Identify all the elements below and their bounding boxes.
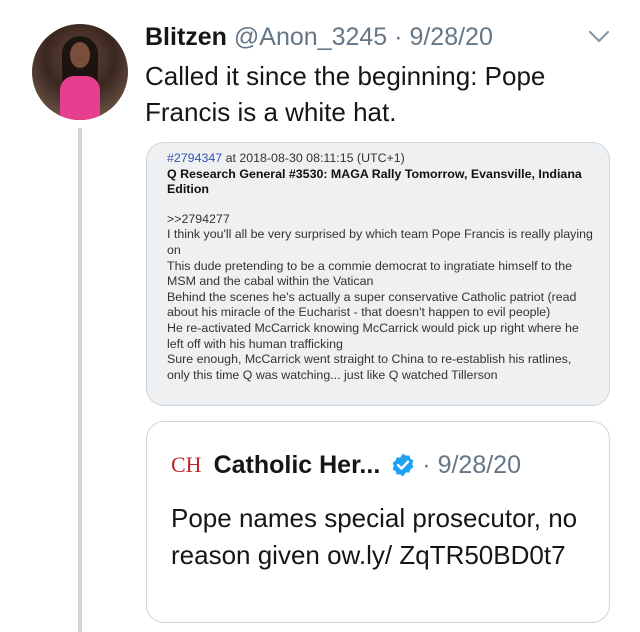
catholic-herald-logo: CH [171,452,202,477]
meta-separator: · [394,23,403,51]
quoted-display-name: Catholic Her... [213,451,381,479]
post-line: Behind the scenes he's actually a super … [167,289,577,320]
quoted-tweet-text: Pope names special prosecutor, no reason… [171,503,578,570]
tweet-image[interactable]: #2794347 at 2018-08-30 08:11:15 (UTC+1) … [146,142,610,406]
post-reply-ref: >>2794277 [167,211,230,226]
post-line: Sure enough, McCarrick went straight to … [167,352,572,382]
post-line: He re-activated McCarrick knowing McCarr… [167,320,579,351]
tweet-header: Blitzen @Anon_3245 · 9/28/20 [145,20,610,54]
imageboard-post: #2794347 at 2018-08-30 08:11:15 (UTC+1) … [167,151,597,383]
quoted-meta-separator: · [422,451,431,479]
thread-connector-line [78,128,82,632]
post-header-line: #2794347 at 2018-08-30 08:11:15 (UTC+1) [167,151,597,167]
quoted-tweet-date: 9/28/20 [437,451,521,479]
verified-badge-icon [392,453,414,477]
avatar-face [70,42,90,68]
post-line: This dude pretending to be a commie demo… [167,258,572,289]
tweet-text: Called it since the beginning: Pope Fran… [145,61,546,127]
post-body: >>2794277 I think you'll all be very sur… [167,212,597,384]
post-timestamp: at 2018-08-30 08:11:15 (UTC+1) [222,151,405,165]
quoted-tweet-card[interactable]: CH Catholic Her... · 9/28/20 Pope names … [146,421,610,623]
post-id-link: #2794347 [167,151,223,165]
user-avatar[interactable] [32,24,128,120]
tweet-date[interactable]: 9/28/20 [409,23,492,51]
display-name[interactable]: Blitzen [145,23,227,51]
post-line: I think you'll all be very surprised by … [167,227,593,257]
chevron-down-icon[interactable] [588,30,610,44]
quoted-tweet-header: CH Catholic Her... · 9/28/20 [171,448,521,482]
user-handle[interactable]: @Anon_3245 [234,23,387,51]
post-title: Q Research General #3530: MAGA Rally Tom… [167,166,582,197]
avatar-dress [60,76,100,120]
